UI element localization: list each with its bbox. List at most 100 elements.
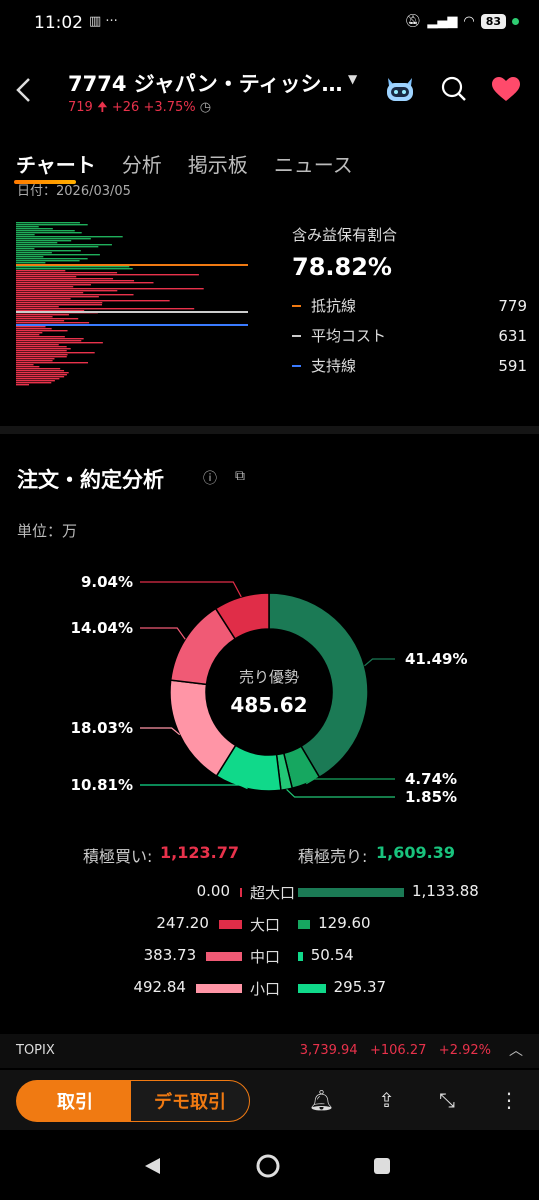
profile-bar <box>16 374 67 376</box>
privacy-dot-icon <box>512 18 519 25</box>
stock-title[interactable]: 7774 ジャパン・ティッシ… <box>68 68 343 98</box>
buy-amount: 383.73 <box>143 946 197 964</box>
profile-bar <box>16 308 195 310</box>
order-size-category: 超大口 <box>250 884 296 902</box>
profile-bar <box>16 252 52 254</box>
sell-bar <box>298 920 311 929</box>
chevron-up-icon[interactable]: ︿ <box>509 1040 523 1060</box>
legend-label: 抵抗線 <box>311 297 357 315</box>
profile-bar <box>16 354 68 356</box>
profile-bar <box>16 300 170 302</box>
profile-bar <box>16 366 40 368</box>
favorite-heart-icon[interactable] <box>491 76 521 106</box>
chevron-down-icon[interactable]: ▼ <box>348 72 357 86</box>
price-line: 719 🠉︎ +26 +3.75% ◷ <box>68 98 211 120</box>
profile-bar <box>16 316 53 318</box>
order-size-category: 大口 <box>250 916 281 934</box>
tab-analysis[interactable]: 分析 <box>122 149 162 178</box>
profile-bar <box>16 364 34 366</box>
profile-bar <box>16 242 58 244</box>
profile-bar <box>16 292 84 294</box>
search-icon[interactable] <box>441 76 467 106</box>
profile-bar <box>16 350 67 352</box>
buy-amount: 0.00 <box>196 882 230 900</box>
nav-recents-icon[interactable] <box>374 1158 390 1174</box>
profile-bar <box>16 314 69 316</box>
profile-bar <box>16 282 154 284</box>
share-icon[interactable]: ⇪ <box>378 1088 395 1112</box>
alert-bell-icon[interactable]: 🔔︎ <box>309 1088 334 1112</box>
share-icon[interactable]: ⧉ <box>235 468 245 488</box>
profile-bar <box>16 378 60 380</box>
trade-button[interactable]: 取引 <box>16 1080 134 1122</box>
toolbar-icons: 🔔︎ ⇪ ⤡ ⋮ <box>309 1088 519 1112</box>
profile-level-line <box>16 264 248 266</box>
profile-bar <box>16 278 114 280</box>
robot-assistant-icon[interactable] <box>383 74 417 108</box>
tab-news[interactable]: ニュース <box>274 149 353 178</box>
profile-bar <box>16 298 71 300</box>
profile-bar <box>16 344 59 346</box>
demo-trade-button[interactable]: デモ取引 <box>130 1080 250 1122</box>
legend-average-cost: 平均コスト 631 <box>292 325 527 346</box>
order-size-category: 小口 <box>250 980 281 998</box>
ticker-value: 3,739.94 <box>299 1043 358 1058</box>
tab-chart[interactable]: チャート <box>14 149 96 184</box>
price-change-pct: +3.75% <box>143 100 196 115</box>
profile-bar <box>16 230 75 232</box>
donut-leader-line <box>364 658 395 667</box>
profile-bar <box>16 290 118 292</box>
profile-bar <box>16 266 130 268</box>
profile-bar <box>16 372 69 374</box>
profile-bar <box>16 256 44 258</box>
wifi-icon: ◠ <box>463 14 475 29</box>
profile-bar <box>16 268 133 270</box>
profile-bar <box>16 352 95 354</box>
back-icon[interactable] <box>14 76 34 110</box>
index-ticker[interactable]: TOPIX 3,739.94 +106.27 +2.92% ︿ <box>0 1034 539 1068</box>
profile-bar <box>16 226 39 228</box>
nav-home-icon[interactable] <box>256 1154 280 1178</box>
sell-bar <box>298 888 404 897</box>
sell-amount: 1,133.88 <box>412 882 479 900</box>
profile-bar <box>16 238 91 240</box>
profile-bar <box>16 248 35 250</box>
donut-slice-label: 14.04% <box>71 619 133 637</box>
profile-bar <box>16 228 53 230</box>
legend-value: 631 <box>498 326 527 345</box>
profile-bar <box>16 296 99 298</box>
profile-bar <box>16 338 84 340</box>
profile-bar <box>16 318 79 320</box>
profile-bar <box>16 336 65 338</box>
sell-amount: 295.37 <box>333 978 387 996</box>
flow-row: 247.20 大口 129.60 <box>0 914 539 940</box>
nav-back-icon[interactable] <box>145 1158 160 1174</box>
profile-bar <box>16 244 112 246</box>
profile-bar <box>16 384 30 386</box>
buy-amount: 247.20 <box>156 914 209 932</box>
flow-row: 0.00 超大口 1,133.88 <box>0 882 539 908</box>
profile-bar <box>16 224 88 226</box>
section-actions: ⓘ ⧉ <box>203 468 245 488</box>
more-icon[interactable]: ⋮ <box>499 1088 519 1112</box>
legend-resistance: 抵抗線 779 <box>292 295 527 316</box>
collapse-icon[interactable]: ⤡ <box>439 1088 455 1112</box>
section-divider <box>0 426 539 434</box>
profile-bar <box>16 250 81 252</box>
tab-board[interactable]: 掲示板 <box>188 149 248 178</box>
info-icon[interactable]: ⓘ <box>203 468 217 488</box>
holding-ratio-label: 含み益保有割合 <box>292 226 398 244</box>
tab-bar: チャート 分析 掲示板 ニュース <box>14 142 353 184</box>
signal-icon: ▂▄▆ <box>427 14 458 29</box>
cost-distribution-chart <box>16 222 248 386</box>
donut-leader-line <box>140 581 242 598</box>
section-title: 注文・約定分析 <box>17 468 164 492</box>
ticker-change: +106.27 <box>370 1043 427 1058</box>
profile-bar <box>16 360 53 362</box>
sell-amount: 129.60 <box>318 914 371 932</box>
profile-bar <box>16 346 67 348</box>
buy-label: 積極買い: <box>83 847 153 866</box>
profile-bar <box>16 258 88 260</box>
profile-bar <box>16 306 59 308</box>
donut-leader-line <box>140 784 248 790</box>
